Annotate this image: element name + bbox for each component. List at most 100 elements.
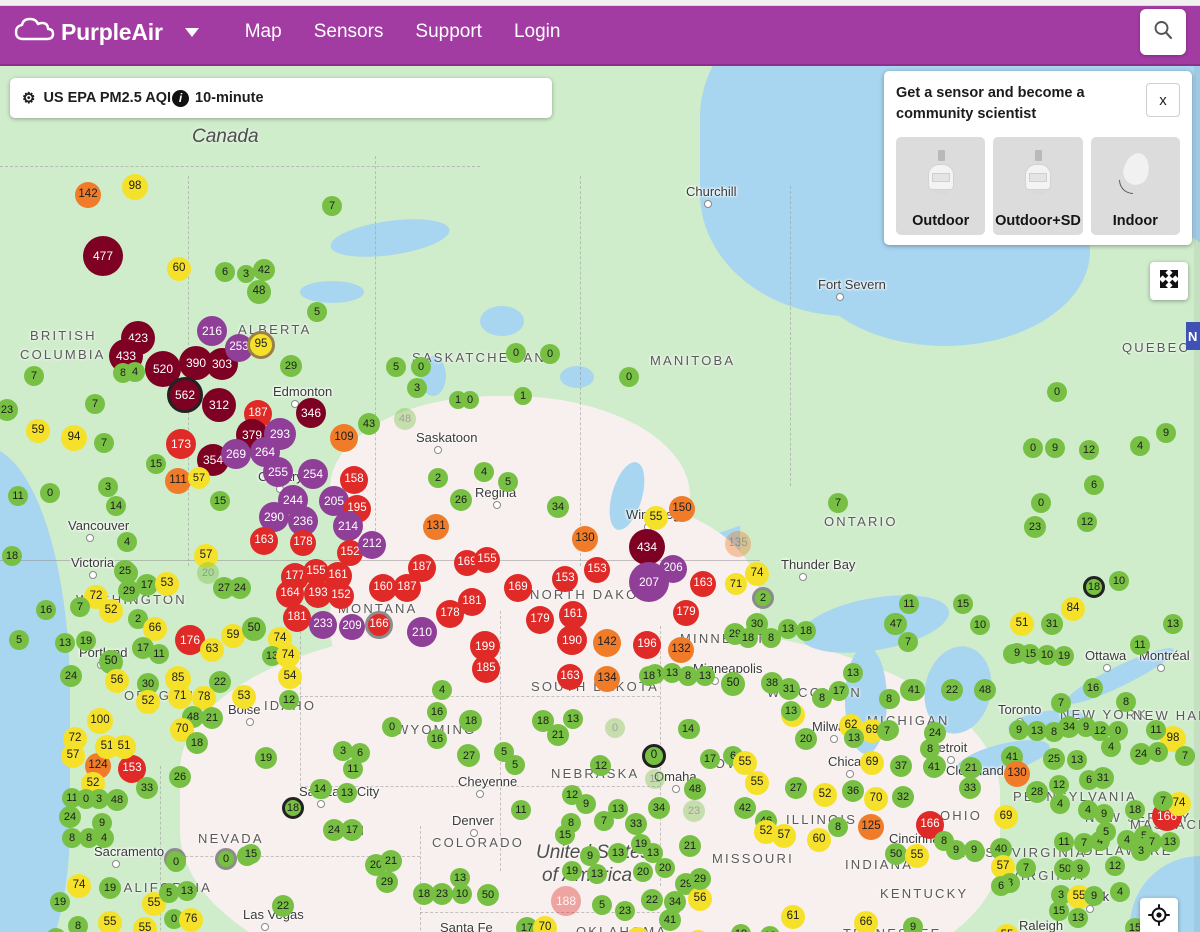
sensor-marker[interactable]: 22	[941, 679, 963, 701]
sensor-marker[interactable]: 207	[629, 562, 669, 602]
sensor-marker[interactable]: 130	[1004, 761, 1030, 787]
sensor-marker[interactable]: 34	[648, 797, 670, 819]
sensor-marker[interactable]: 9	[964, 840, 984, 860]
sensor-marker[interactable]: 69	[994, 805, 1018, 829]
sensor-marker[interactable]: 76	[179, 908, 203, 932]
sensor-marker[interactable]: 0	[619, 367, 639, 387]
sensor-marker[interactable]: 19	[76, 631, 96, 651]
sensor-marker[interactable]: 15	[555, 825, 575, 845]
sensor-marker[interactable]: 5	[1096, 822, 1116, 842]
sensor-marker[interactable]: 12	[1079, 440, 1099, 460]
sensor-marker[interactable]: 11	[1054, 832, 1074, 852]
nav-item-support[interactable]: Support	[415, 21, 482, 43]
sensor-marker[interactable]: 130	[572, 526, 598, 552]
sensor-marker[interactable]: 12	[1077, 512, 1097, 532]
sensor-marker[interactable]: 51	[112, 735, 136, 759]
sensor-marker[interactable]: 4	[1130, 436, 1150, 456]
sensor-marker[interactable]: 5	[498, 472, 518, 492]
sensor-marker[interactable]: 19	[50, 892, 70, 912]
sensor-marker[interactable]: 33	[136, 777, 158, 799]
map-canvas[interactable]: CanadaUnited Statesof America BRITISHCOL…	[0, 66, 1200, 932]
sensor-marker[interactable]: 55	[98, 911, 122, 932]
sensor-marker[interactable]: 14	[106, 496, 126, 516]
sensor-marker[interactable]: 21	[547, 724, 569, 746]
sensor-marker[interactable]: 52	[99, 599, 123, 623]
sensor-marker[interactable]: 8	[1116, 692, 1136, 712]
sensor-marker[interactable]: 71	[168, 685, 192, 709]
sensor-marker[interactable]: 48	[684, 778, 706, 800]
sensor-marker[interactable]: 34	[547, 496, 569, 518]
sensor-marker[interactable]: 13	[1067, 750, 1087, 770]
sensor-marker[interactable]: 48	[394, 408, 416, 430]
sensor-marker[interactable]: 74	[745, 562, 769, 586]
sensor-marker[interactable]: 16	[36, 600, 56, 620]
sensor-marker[interactable]: 7	[1051, 693, 1071, 713]
sensor-marker[interactable]: 13	[563, 709, 583, 729]
sensor-marker[interactable]: 50	[242, 617, 266, 641]
sensor-marker[interactable]: 0	[1023, 438, 1043, 458]
sensor-marker[interactable]: 163	[557, 664, 583, 690]
sensor-marker[interactable]: 5	[9, 630, 29, 650]
sensor-marker[interactable]: 8	[879, 689, 899, 709]
sensor-marker[interactable]: 23	[615, 901, 635, 921]
sensor-marker[interactable]: 0	[1047, 382, 1067, 402]
sensor-marker[interactable]: 31	[1041, 613, 1063, 635]
sensor-marker[interactable]: 7	[70, 597, 90, 617]
sensor-marker[interactable]: 109	[330, 424, 358, 452]
sensor-marker[interactable]: 55	[905, 844, 929, 868]
sensor-marker[interactable]: 17	[829, 681, 849, 701]
sensor-marker[interactable]: 31	[778, 678, 800, 700]
gear-icon[interactable]: ⚙	[22, 89, 35, 107]
sensor-marker[interactable]: 0	[461, 391, 479, 409]
brand-logo[interactable]: PurpleAir	[14, 17, 163, 47]
edge-toggle-button[interactable]: N	[1186, 322, 1200, 350]
sensor-marker[interactable]: 25	[114, 560, 136, 582]
sensor-marker[interactable]: 254	[298, 459, 328, 489]
sensor-marker[interactable]: 209	[339, 614, 365, 640]
sensor-marker[interactable]: 233	[309, 611, 337, 639]
sensor-marker[interactable]: 4	[474, 462, 494, 482]
sensor-marker[interactable]: 12	[1049, 775, 1069, 795]
sensor-marker[interactable]: 42	[253, 259, 275, 281]
sensor-marker[interactable]: 56	[105, 669, 129, 693]
sensor-marker[interactable]: 134	[594, 666, 620, 692]
sensor-marker[interactable]: 434	[629, 529, 665, 565]
sensor-marker[interactable]: 24	[60, 665, 82, 687]
sensor-marker[interactable]: 22	[272, 895, 294, 917]
sensor-marker[interactable]: 13	[587, 864, 607, 884]
sensor-marker[interactable]: 24	[229, 577, 251, 599]
sensor-marker[interactable]: 4	[1101, 737, 1121, 757]
sensor-marker[interactable]: 14	[310, 779, 330, 799]
sensor-marker[interactable]: 71	[725, 573, 747, 595]
sensor-marker[interactable]: 18	[2, 546, 22, 566]
sensor-marker[interactable]: 13	[55, 633, 75, 653]
sensor-marker[interactable]: 9	[92, 813, 112, 833]
sensor-marker[interactable]: 98	[122, 174, 148, 200]
sensor-marker[interactable]: 7	[898, 632, 918, 652]
sensor-marker[interactable]: 63	[200, 638, 224, 662]
info-icon[interactable]: i	[172, 89, 190, 107]
sensor-marker[interactable]: 15	[146, 454, 166, 474]
sensor-marker[interactable]: 4	[432, 680, 452, 700]
aqi-scheme-bar[interactable]: ⚙ US EPA PM2.5 AQI i 10-minute	[10, 78, 552, 118]
sensor-marker[interactable]: 9	[1156, 423, 1176, 443]
sensor-marker[interactable]: 5	[386, 357, 406, 377]
sensor-marker[interactable]: 125	[858, 814, 884, 840]
sensor-marker[interactable]: 181	[283, 604, 311, 632]
sensor-marker[interactable]: 9	[903, 917, 923, 932]
sensor-marker[interactable]: 142	[593, 629, 621, 657]
sensor-marker[interactable]: 50	[885, 843, 907, 865]
sensor-marker[interactable]: 1	[514, 387, 532, 405]
sensor-marker[interactable]: 9	[1084, 886, 1104, 906]
sensor-marker[interactable]: 173	[166, 429, 196, 459]
sensor-marker[interactable]: 13	[177, 881, 197, 901]
sensor-marker[interactable]: 53	[232, 685, 256, 709]
sensor-marker[interactable]: 13	[337, 783, 357, 803]
sensor-marker[interactable]: 23	[683, 800, 705, 822]
sensor-marker[interactable]: 9	[576, 794, 596, 814]
sensor-marker[interactable]: 4	[1050, 794, 1070, 814]
sensor-marker[interactable]: 7	[1153, 791, 1173, 811]
sensor-marker[interactable]: 21	[679, 835, 701, 857]
sensor-marker[interactable]: 16	[1083, 678, 1103, 698]
fullscreen-button[interactable]	[1150, 262, 1188, 300]
